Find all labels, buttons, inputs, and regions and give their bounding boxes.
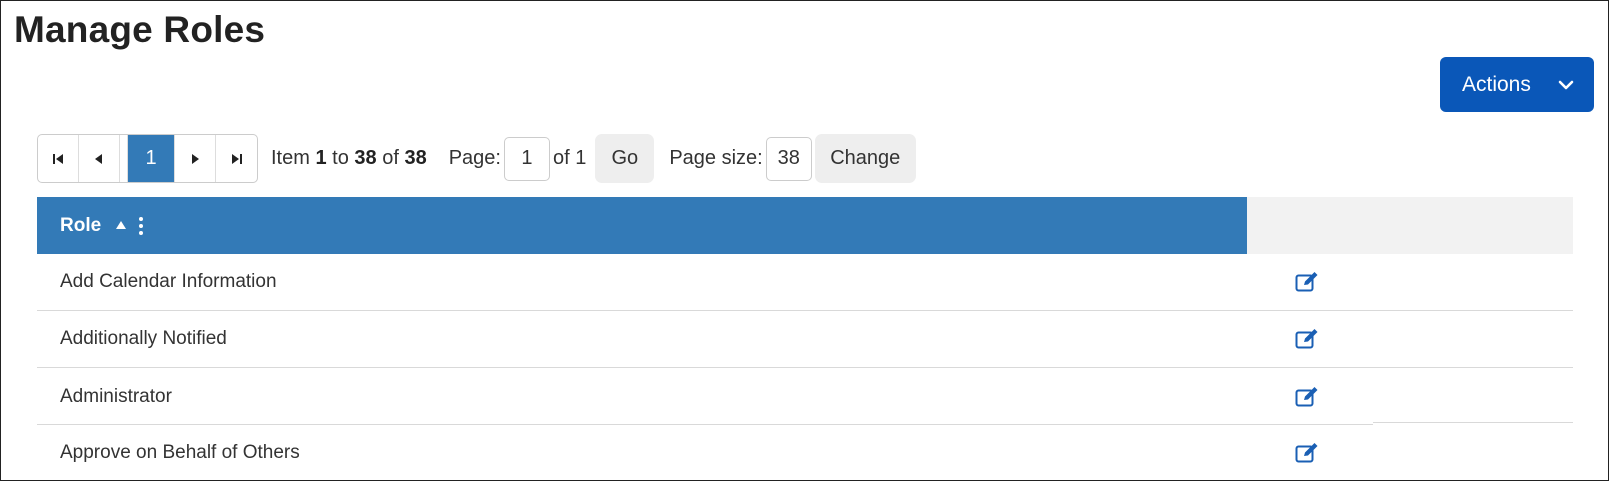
role-name: Administrator (60, 385, 172, 407)
change-button[interactable]: Change (814, 134, 916, 183)
edit-icon (1295, 272, 1318, 292)
column-menu-icon[interactable] (139, 216, 144, 235)
edit-icon (1295, 386, 1318, 406)
table-row: Additionally Notified (37, 311, 1573, 368)
edit-button[interactable] (1295, 271, 1355, 293)
first-page-icon (53, 153, 63, 164)
chevron-down-icon (1558, 75, 1574, 99)
role-name: Add Calendar Information (60, 271, 277, 292)
table-row: Administrator (37, 368, 1573, 425)
previous-page-icon (95, 153, 102, 164)
pagination-spacer (120, 135, 128, 182)
last-page-icon (231, 153, 242, 164)
edit-button[interactable] (1295, 442, 1355, 464)
table-row: Add Calendar Information (37, 254, 1573, 311)
role-column-label: Role (60, 214, 102, 236)
page-title: Manage Roles (14, 9, 266, 50)
edit-icon (1295, 443, 1318, 463)
go-button[interactable]: Go (595, 134, 655, 183)
table-row: Approve on Behalf of Others (37, 425, 1573, 480)
previous-page-button[interactable] (79, 135, 120, 182)
first-page-button[interactable] (38, 135, 79, 182)
page-count-text: of 1 (552, 147, 587, 169)
sort-ascending-icon[interactable] (115, 218, 127, 233)
current-page-button[interactable]: 1 (128, 135, 175, 182)
edit-button[interactable] (1295, 328, 1355, 350)
page-size-label: Page size: (669, 147, 763, 169)
edit-icon (1295, 329, 1318, 349)
page-label: Page: (448, 147, 501, 169)
pagination-bar: 1 Item 1 to 38 of 38 Page: 1 of 1 Go Pag… (37, 134, 916, 183)
roles-table: Role Add Calendar Information Additional… (37, 197, 1573, 480)
item-range-text: Item 1 to 38 of 38 (271, 147, 427, 169)
page-size-input[interactable]: 38 (765, 136, 812, 181)
page-frame: Manage Roles Actions 1 Item 1 to 38 of 3… (0, 0, 1609, 481)
actions-column-header (1247, 197, 1573, 254)
next-page-button[interactable] (175, 135, 216, 182)
next-page-icon (192, 153, 199, 164)
edit-button[interactable] (1295, 386, 1355, 408)
last-page-button[interactable] (216, 135, 257, 182)
table-header: Role (37, 197, 1573, 254)
role-column-header[interactable]: Role (37, 197, 1247, 254)
actions-button[interactable]: Actions (1440, 57, 1594, 112)
actions-label: Actions (1462, 72, 1531, 96)
role-name: Approve on Behalf of Others (60, 442, 300, 463)
pagination-controls: 1 (37, 134, 258, 183)
page-number-input[interactable]: 1 (503, 136, 550, 181)
role-name: Additionally Notified (60, 328, 227, 349)
